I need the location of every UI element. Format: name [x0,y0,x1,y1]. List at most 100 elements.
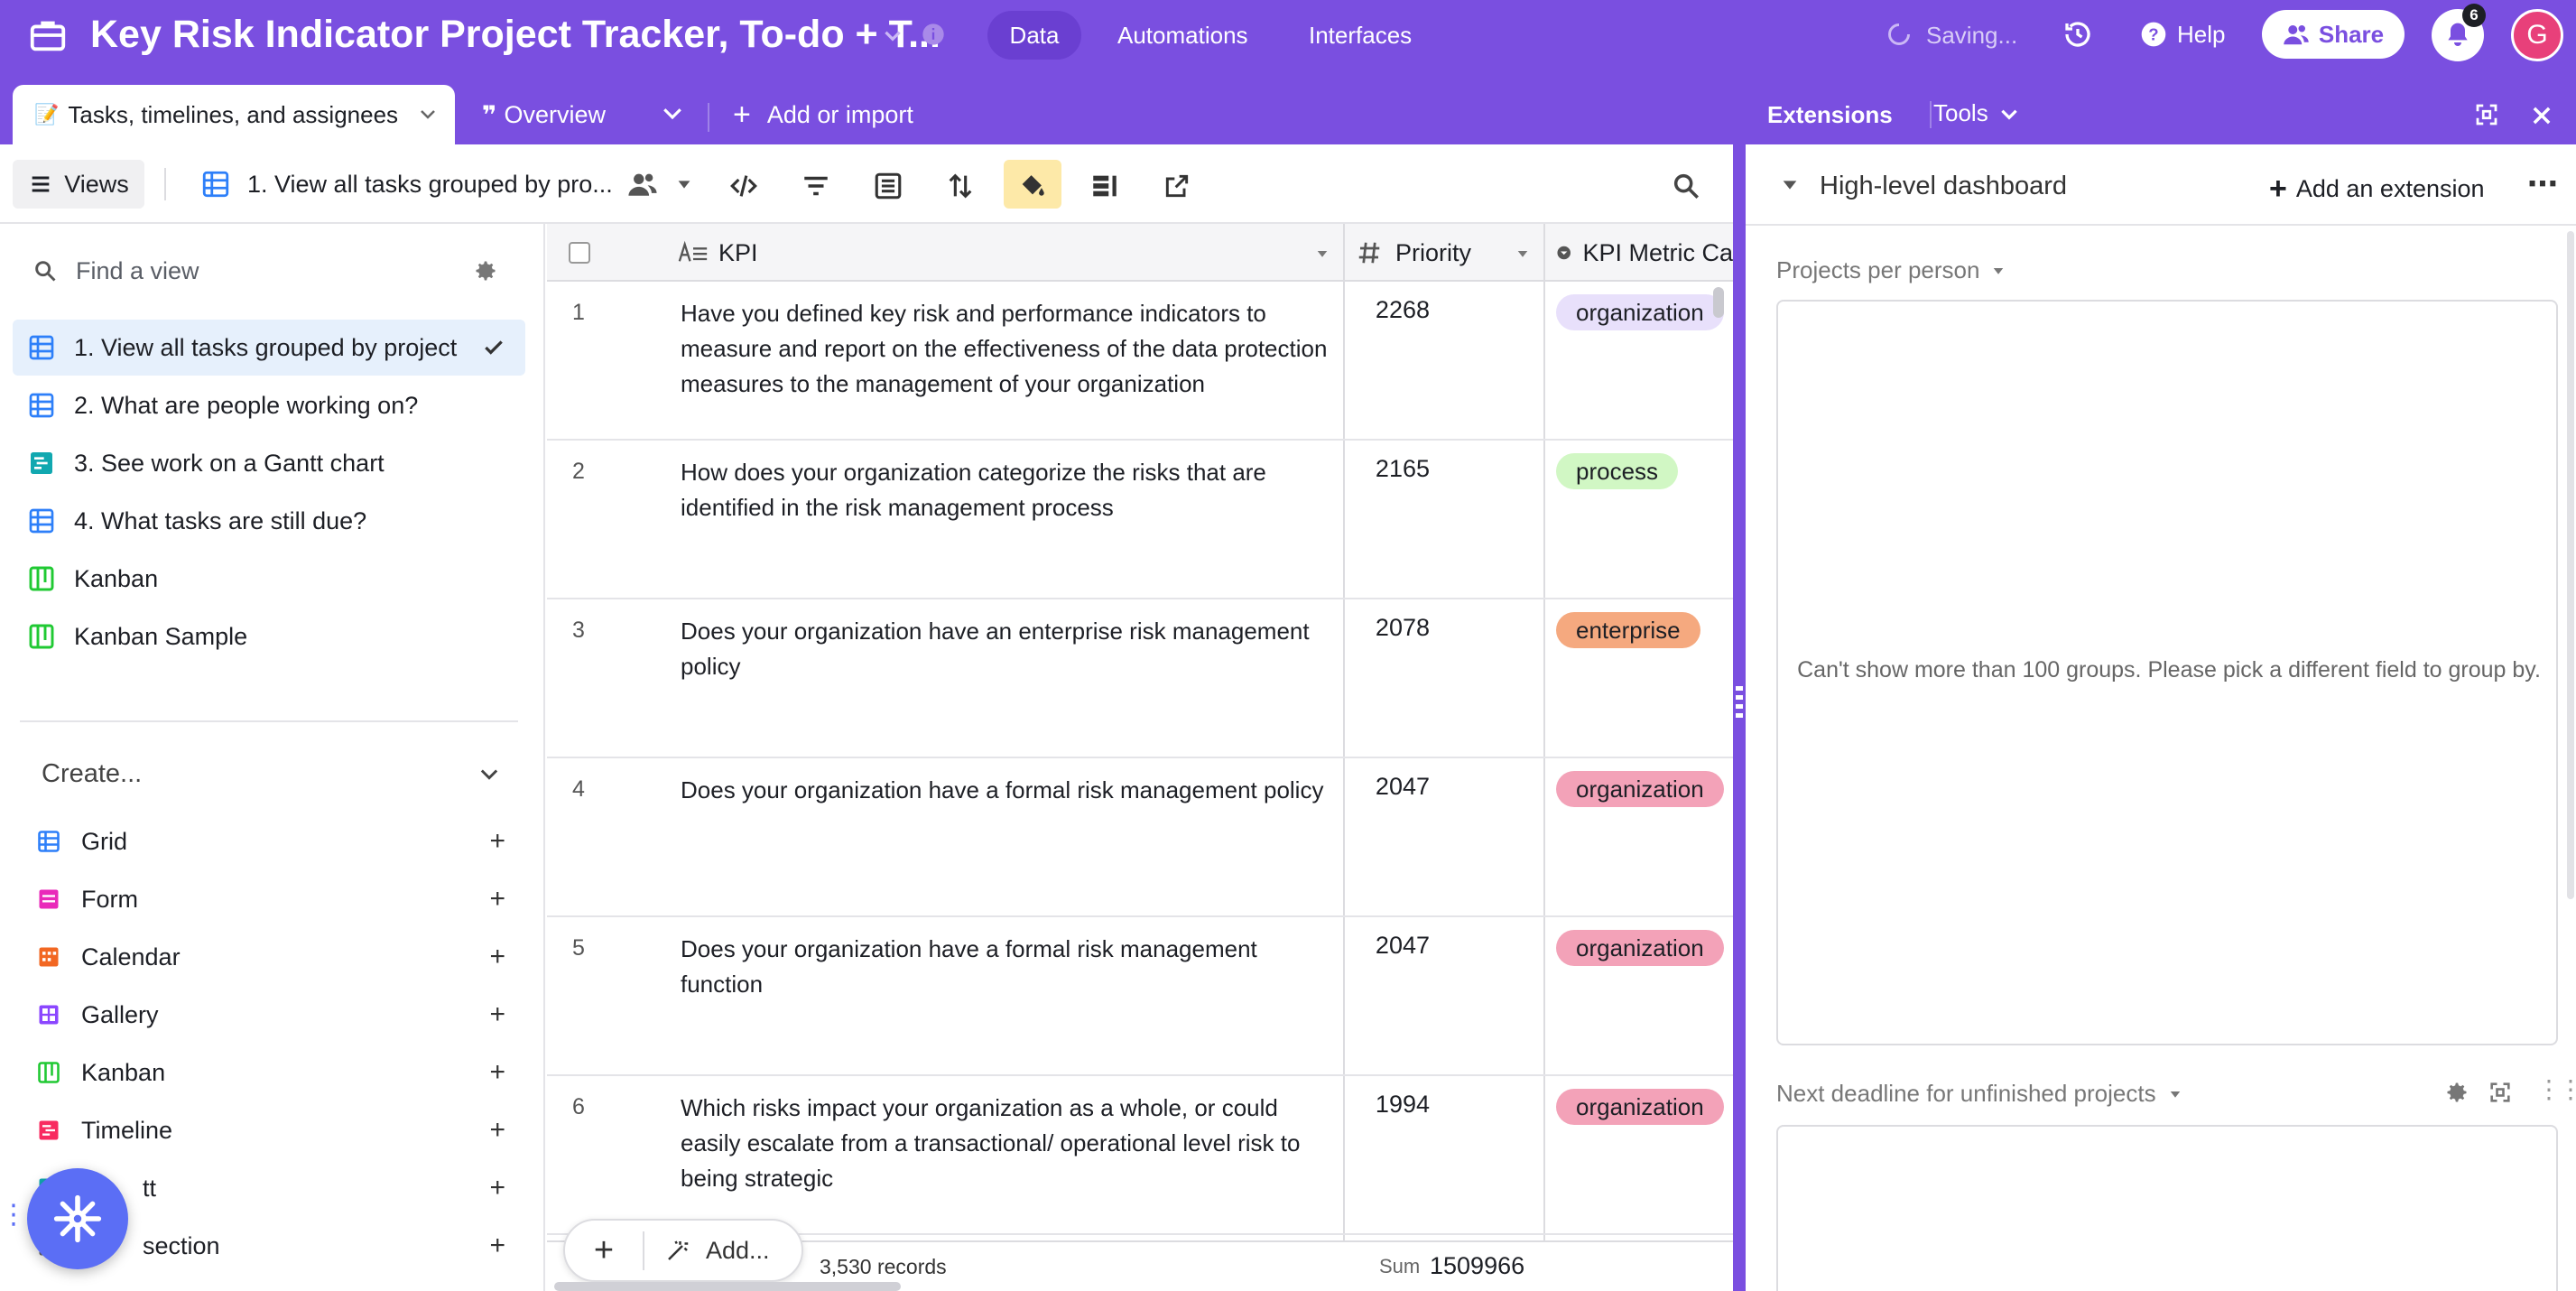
help-button[interactable]: ? Help [2139,20,2225,49]
user-avatar[interactable]: G [2511,9,2563,61]
create-item-label: Kanban [81,1058,166,1086]
priority-cell[interactable]: 2047 [1341,773,1430,801]
extensions-tab[interactable]: Extensions [1767,101,1893,129]
kpi-cell[interactable]: Does your organization have a formal ris… [681,932,1330,1002]
tab-overview[interactable]: ❞ Overview [482,85,606,144]
gallery-icon [39,1005,59,1025]
add-record-button[interactable]: + [565,1231,644,1270]
row-height-icon[interactable] [1083,164,1126,208]
find-view-search[interactable]: Find a view [32,251,520,291]
color-bucket-icon[interactable] [1004,160,1061,209]
filter-icon[interactable] [794,164,838,208]
panel-resize-handle[interactable] [1733,72,1746,1291]
share-button[interactable]: Share [2262,10,2405,59]
search-icon[interactable] [1664,164,1708,208]
table-row[interactable]: 3 Does your organization have an enterpr… [547,599,1733,758]
category-pill[interactable]: organization [1556,1089,1724,1125]
fullscreen-icon[interactable] [2473,101,2500,128]
drag-handle-icon[interactable]: ⋮⋮ [2536,1074,2576,1104]
create-kanban[interactable]: Kanban + [36,1047,505,1098]
priority-cell[interactable]: 2268 [1341,296,1430,324]
widget-projects-per-person-title[interactable]: Projects per person [1776,256,2006,284]
tab-tasks-timelines-assignees[interactable]: 📝 Tasks, timelines, and assignees [13,85,455,144]
horizontal-scrollbar[interactable] [554,1282,901,1291]
sidebar-view-kanban-sample[interactable]: Kanban Sample [13,608,525,664]
kpi-cell[interactable]: Which risks impact your organization as … [681,1091,1330,1196]
sidebar-view-kanban[interactable]: Kanban [13,551,525,607]
current-view-selector[interactable]: 1. View all tasks grouped by pro... [200,163,694,206]
create-grid[interactable]: Grid + [36,816,505,867]
share-view-icon[interactable] [1155,164,1199,208]
sidebar-view-2[interactable]: 2. What are people working on? [13,377,525,433]
category-pill[interactable]: process [1556,453,1679,489]
caret-down-icon[interactable] [1515,246,1531,262]
priority-cell[interactable]: 1994 [1341,1091,1430,1119]
magic-wand-icon [668,1240,689,1260]
caret-down-icon[interactable] [1780,175,1800,195]
plus-icon: + [489,999,505,1029]
nav-interfaces[interactable]: Interfaces [1283,11,1437,60]
column-header-kpi[interactable]: KPI [677,224,975,282]
create-gallery[interactable]: Gallery + [36,989,505,1040]
nav-data[interactable]: Data [987,11,1081,60]
group-icon[interactable] [866,164,910,208]
nav-automations[interactable]: Automations [1092,11,1274,60]
category-pill[interactable]: organization [1556,294,1724,330]
chevron-down-icon[interactable] [417,103,439,131]
create-form[interactable]: Form + [36,874,505,924]
grid-scrollbar[interactable] [1713,287,1724,318]
more-tabs-chevron-icon[interactable] [659,99,686,131]
info-icon[interactable] [921,22,946,51]
gear-icon[interactable] [2444,1080,2469,1105]
table-row[interactable]: 4 Does your organization have a formal r… [547,758,1733,917]
more-options-icon[interactable]: ⋯ [2527,166,2558,202]
select-all-checkbox[interactable] [569,242,590,264]
tools-menu[interactable]: Tools [1933,99,2021,127]
views-toggle-button[interactable]: Views [13,160,144,209]
gear-icon[interactable] [473,258,498,283]
column-header-category[interactable]: KPI Metric Ca [1556,224,1733,282]
close-icon[interactable] [2529,103,2554,128]
table-row[interactable]: 5 Does your organization have a formal r… [547,917,1733,1076]
plus-icon: + [489,1057,505,1087]
kpi-cell[interactable]: How does your organization categorize th… [681,455,1330,525]
add-extension-button[interactable]: + Add an extension [2269,172,2485,207]
create-timeline[interactable]: Timeline + [36,1105,505,1156]
tab-overview-label: Overview [504,100,606,128]
hide-fields-icon[interactable] [722,164,765,208]
add-or-import-button[interactable]: + Add or import [733,85,913,144]
extensions-panel: Extensions Tools High-level dashboard + … [1746,72,2576,1291]
sidebar-view-3[interactable]: 3. See work on a Gantt chart [13,435,525,491]
kpi-cell[interactable]: Have you defined key risk and performanc… [681,296,1330,402]
priority-cell[interactable]: 2078 [1341,614,1430,642]
priority-cell[interactable]: 2165 [1341,455,1430,483]
kpi-cell[interactable]: Does your organization have a formal ris… [681,773,1330,808]
toolbar-divider [164,168,166,200]
assistant-fab-button[interactable] [27,1168,128,1269]
create-calendar[interactable]: Calendar + [36,932,505,982]
create-section-toggle[interactable]: Create... [42,751,502,796]
category-pill[interactable]: organization [1556,930,1724,966]
chevron-down-icon[interactable] [881,23,904,51]
sidebar-view-1[interactable]: 1. View all tasks grouped by project [13,320,525,376]
add-more-button[interactable]: Add... [706,1237,770,1265]
panel-scrollbar[interactable] [2567,231,2574,899]
plus-icon: + [489,884,505,914]
briefcase-icon[interactable] [27,14,69,60]
focus-icon[interactable] [2488,1080,2513,1105]
base-title[interactable]: Key Risk Indicator Project Tracker, To-d… [90,13,941,57]
sidebar-view-4[interactable]: 4. What tasks are still due? [13,493,525,549]
column-header-priority[interactable]: Priority [1356,224,1471,282]
table-row[interactable]: 1 Have you defined key risk and performa… [547,282,1733,441]
sort-icon[interactable] [939,164,982,208]
kpi-cell[interactable]: Does your organization have an enterpris… [681,614,1330,684]
priority-cell[interactable]: 2047 [1341,932,1430,960]
caret-down-icon[interactable] [1314,246,1330,262]
category-pill[interactable]: organization [1556,771,1724,807]
dashboard-title[interactable]: High-level dashboard [1820,172,2067,201]
widget-next-deadline-title[interactable]: Next deadline for unfinished projects [1776,1080,2183,1108]
table-row[interactable]: 6 Which risks impact your organization a… [547,1076,1733,1235]
table-row[interactable]: 2 How does your organization categorize … [547,441,1733,599]
history-icon[interactable] [2062,18,2094,55]
category-pill[interactable]: enterprise [1556,612,1700,648]
